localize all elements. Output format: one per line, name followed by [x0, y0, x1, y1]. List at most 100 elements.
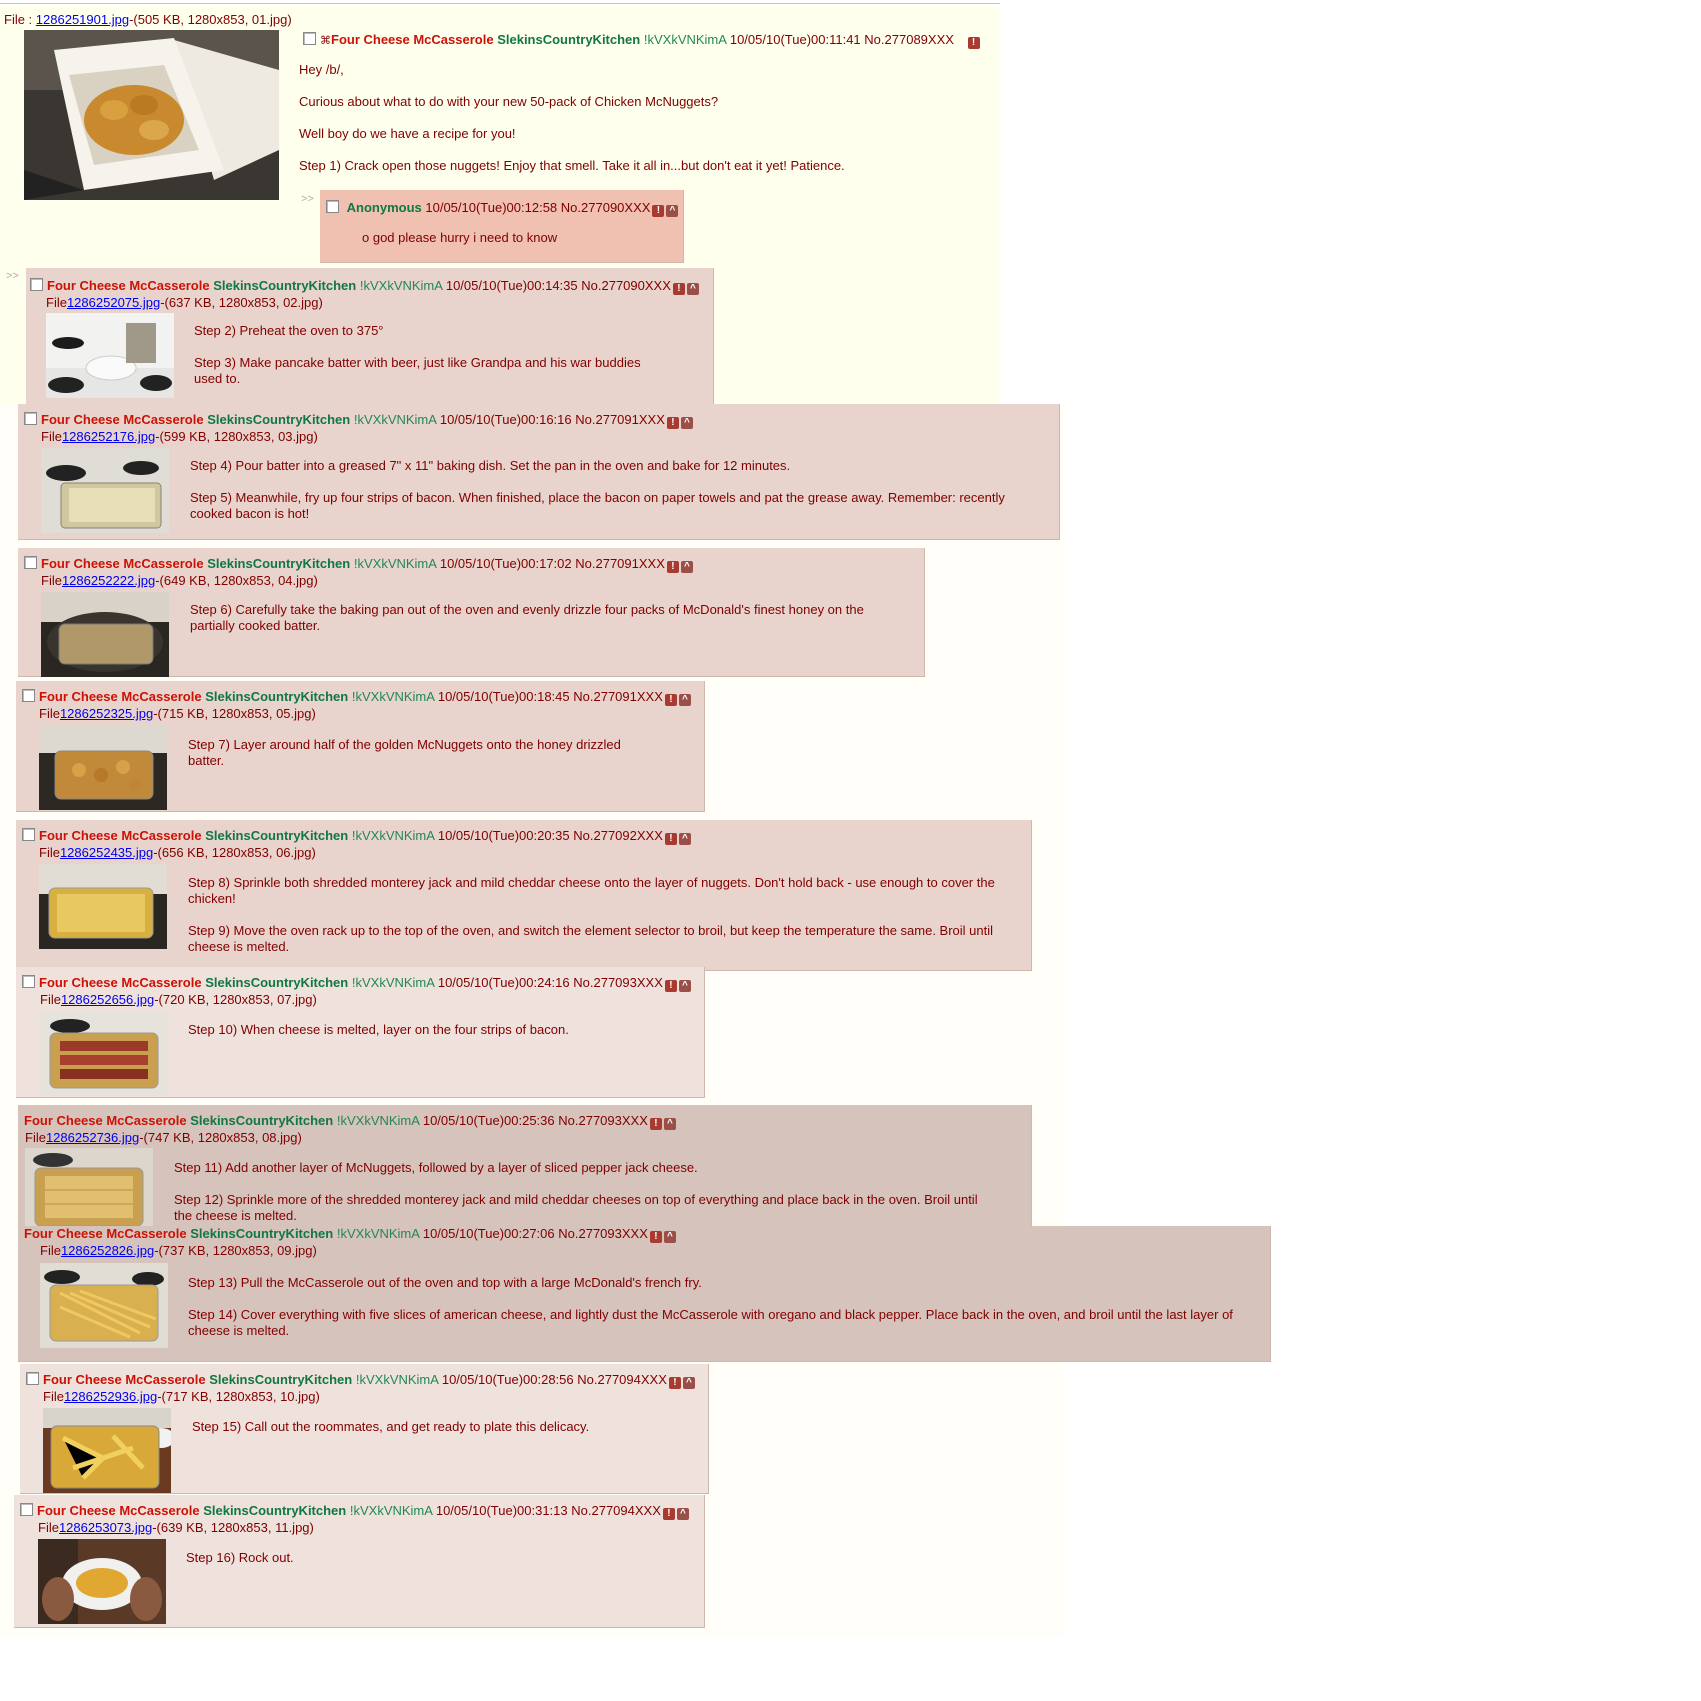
file-link[interactable]: 1286252075.jpg [67, 295, 160, 310]
post-checkbox[interactable] [22, 975, 35, 988]
op-line: Curious about what to do with your new 5… [299, 94, 719, 109]
post-number[interactable]: No.277091XXX [575, 412, 665, 427]
post-checkbox[interactable] [20, 1503, 33, 1516]
post-thumbnail[interactable] [25, 1148, 153, 1233]
quote-icon[interactable]: ^ [666, 205, 679, 217]
post-datetime: 10/05/10(Tue)00:14:35 [445, 278, 578, 293]
report-icon[interactable]: ! [662, 1508, 675, 1520]
post-message: Step 6) Carefully take the baking pan ou… [190, 602, 890, 650]
post-checkbox[interactable] [24, 412, 37, 425]
report-icon[interactable]: ! [649, 1231, 662, 1243]
post-number[interactable]: No.277089XXX [864, 32, 954, 47]
quote-icon[interactable]: ^ [680, 561, 693, 573]
post-subject: Four Cheese McCasserole [39, 828, 202, 843]
post-checkbox[interactable] [22, 689, 35, 702]
file-link[interactable]: 1286252936.jpg [64, 1389, 157, 1404]
report-icon[interactable]: ! [967, 37, 980, 49]
quote-icon[interactable]: ^ [680, 417, 693, 429]
post-thumbnail[interactable] [38, 1539, 166, 1624]
op-file-link[interactable]: 1286251901.jpg [36, 12, 129, 27]
report-icon[interactable]: ! [666, 417, 679, 429]
post-header: Four Cheese McCasserole SlekinsCountryKi… [20, 1503, 689, 1520]
post-number[interactable]: No.277094XXX [571, 1503, 661, 1518]
poster-name: SlekinsCountryKitchen [209, 1372, 353, 1387]
file-link[interactable]: 1286252325.jpg [60, 706, 153, 721]
reply-post: Four Cheese McCasserole SlekinsCountryKi… [18, 1105, 1032, 1236]
report-icon[interactable]: ! [666, 561, 679, 573]
message-line: Step 2) Preheat the oven to 375° [194, 323, 384, 338]
post-header: Four Cheese McCasserole SlekinsCountryKi… [26, 1372, 695, 1389]
post-number[interactable]: No.277091XXX [575, 556, 665, 571]
op-image[interactable] [24, 30, 279, 200]
post-subject: Four Cheese McCasserole [43, 1372, 206, 1387]
post-thumbnail[interactable] [40, 1011, 168, 1096]
post-checkbox[interactable] [30, 278, 43, 291]
post-number[interactable]: No.277091XXX [573, 689, 663, 704]
quote-icon[interactable]: ^ [663, 1231, 676, 1243]
post-thumbnail[interactable] [41, 592, 169, 677]
post-number[interactable]: No.277094XXX [577, 1372, 667, 1387]
post-checkbox[interactable] [24, 556, 37, 569]
quote-icon[interactable]: ^ [682, 1377, 695, 1389]
poster-name: SlekinsCountryKitchen [207, 556, 351, 571]
post-subject: Four Cheese McCasserole [41, 412, 204, 427]
poster-name: SlekinsCountryKitchen [213, 278, 357, 293]
file-meta: -(720 KB, 1280x853, 07.jpg) [154, 992, 317, 1007]
file-meta: -(717 KB, 1280x853, 10.jpg) [157, 1389, 320, 1404]
post-file-info: File1286252435.jpg-(656 KB, 1280x853, 06… [39, 845, 316, 860]
post-thumbnail[interactable] [46, 313, 174, 398]
op-header: ⌘Four Cheese McCasserole SlekinsCountryK… [303, 32, 980, 49]
post-number[interactable]: No.277092XXX [573, 828, 663, 843]
tripcode: !kVXkVNKimA [349, 1503, 433, 1518]
post-checkbox[interactable] [26, 1372, 39, 1385]
post-datetime: 10/05/10(Tue)00:11:41 [729, 32, 861, 47]
post-file-info: File1286252075.jpg-(637 KB, 1280x853, 02… [46, 295, 323, 310]
quote-icon[interactable]: ^ [678, 980, 691, 992]
report-icon[interactable]: ! [652, 205, 665, 217]
quote-icon[interactable]: ^ [676, 1508, 689, 1520]
expand-icon[interactable]: ⌘ [320, 35, 331, 47]
report-icon[interactable]: ! [668, 1377, 681, 1389]
report-icon[interactable]: ! [649, 1118, 662, 1130]
post-thumbnail[interactable] [39, 725, 167, 810]
post-subject: Four Cheese McCasserole [39, 975, 202, 990]
post-subject: Four Cheese McCasserole [331, 32, 494, 47]
file-link[interactable]: 1286252656.jpg [61, 992, 154, 1007]
post-number[interactable]: No.277093XXX [558, 1226, 648, 1241]
report-icon[interactable]: ! [664, 694, 677, 706]
post-number[interactable]: No.277090XXX [561, 200, 651, 215]
report-icon[interactable]: ! [664, 980, 677, 992]
quote-icon[interactable]: ^ [678, 833, 691, 845]
file-meta: -(737 KB, 1280x853, 09.jpg) [154, 1243, 317, 1258]
post-message: Step 15) Call out the roommates, and get… [192, 1419, 672, 1451]
file-link[interactable]: 1286252176.jpg [62, 429, 155, 444]
post-checkbox[interactable] [22, 828, 35, 841]
file-link[interactable]: 1286252435.jpg [60, 845, 153, 860]
reply-checkbox[interactable] [326, 200, 339, 213]
post-thumbnail[interactable] [40, 1263, 168, 1348]
report-icon[interactable]: ! [664, 833, 677, 845]
post-number[interactable]: No.277093XXX [573, 975, 663, 990]
quote-icon[interactable]: ^ [678, 694, 691, 706]
file-label: File [40, 992, 61, 1007]
file-link[interactable]: 1286252736.jpg [46, 1130, 139, 1145]
file-link[interactable]: 1286252222.jpg [62, 573, 155, 588]
file-label: File [38, 1520, 59, 1535]
post-thumbnail[interactable] [43, 1408, 171, 1493]
tripcode: !kVXkVNKimA [351, 689, 435, 704]
file-link[interactable]: 1286252826.jpg [61, 1243, 154, 1258]
post-number[interactable]: No.277093XXX [558, 1113, 648, 1128]
post-number[interactable]: No.277090XXX [581, 278, 671, 293]
post-thumbnail[interactable] [41, 448, 169, 533]
file-link[interactable]: 1286253073.jpg [59, 1520, 152, 1535]
quote-icon[interactable]: ^ [663, 1118, 676, 1130]
report-icon[interactable]: ! [672, 283, 685, 295]
file-label: File [41, 573, 62, 588]
poster-name: SlekinsCountryKitchen [497, 32, 641, 47]
op-checkbox[interactable] [303, 32, 316, 45]
reply-post: Four Cheese McCasserole SlekinsCountryKi… [20, 1364, 709, 1494]
quote-icon[interactable]: ^ [686, 283, 699, 295]
post-header: Four Cheese McCasserole SlekinsCountryKi… [24, 412, 693, 429]
post-thumbnail[interactable] [39, 864, 167, 949]
post-datetime: 10/05/10(Tue)00:24:16 [437, 975, 570, 990]
